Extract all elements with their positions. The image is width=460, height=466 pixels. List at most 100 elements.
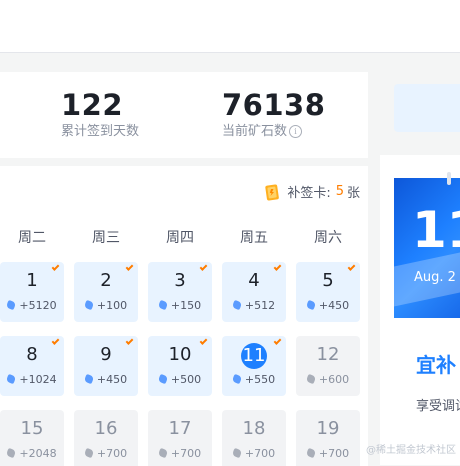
day-reward: +5120 (0, 299, 64, 312)
ore-icon (6, 373, 17, 385)
reward-amount: +512 (244, 299, 276, 312)
date-banner: 11 Aug. 2 (394, 178, 460, 318)
day-reward: +500 (148, 373, 212, 386)
checkin-days-value: 122 (61, 88, 124, 122)
calendar-day[interactable]: 2 +100 (74, 262, 138, 322)
ore-icon (305, 447, 317, 459)
ore-icon (305, 299, 317, 311)
checkin-days-label: 累计签到天数 (61, 124, 140, 139)
weekday-header: 周六 (314, 230, 342, 246)
makeup-card-counter[interactable]: 补签卡: 5 张 (265, 182, 360, 201)
top-bar (0, 0, 460, 53)
day-number: 12 (316, 344, 340, 365)
weekday-header: 周二 (18, 230, 46, 246)
day-number: 15 (20, 418, 44, 439)
checkmark-icon (273, 337, 282, 345)
day-reward: +700 (222, 447, 286, 460)
info-icon[interactable]: i (289, 125, 303, 138)
day-number: 5 (322, 270, 334, 291)
ore-icon (305, 373, 317, 385)
ore-value: 76138 (222, 88, 326, 122)
calendar-day[interactable]: 17 +700 (148, 410, 212, 466)
makeup-card-icon (265, 183, 280, 200)
calendar-day[interactable]: 19 +700 (296, 410, 360, 466)
calendar-day[interactable]: 5 +450 (296, 262, 360, 322)
day-number: 9 (100, 344, 112, 365)
weekday-header: 周五 (240, 230, 268, 246)
day-reward: +700 (296, 447, 360, 460)
day-number: 17 (168, 418, 192, 439)
checkin-days-stat: 122 累计签到天数 (61, 88, 139, 141)
day-reward: +550 (222, 373, 286, 386)
reward-amount: +5120 (19, 299, 57, 312)
ore-icon (6, 447, 17, 459)
calendar-day[interactable]: 4 +512 (222, 262, 286, 322)
ore-stat: 76138 当前矿石数 i (222, 88, 325, 141)
banner-day: 11 (412, 201, 460, 259)
calendar-day[interactable]: 1 +5120 (0, 262, 64, 322)
day-reward: +700 (148, 447, 212, 460)
weekday-header: 周四 (166, 230, 194, 246)
watermark: @稀土掘金技术社区 (366, 445, 456, 456)
ore-icon (157, 447, 169, 459)
reward-amount: +700 (244, 447, 276, 460)
stats-panel: 122 累计签到天数 76138 当前矿石数 i (0, 72, 368, 158)
reward-amount: +700 (170, 447, 202, 460)
ore-icon (83, 373, 95, 385)
day-number: 8 (26, 344, 38, 365)
reward-amount: +600 (318, 373, 350, 386)
day-number: 18 (242, 418, 266, 439)
ore-icon (231, 373, 243, 385)
banner-pin (447, 172, 451, 185)
banner-date: Aug. 2 (414, 270, 456, 285)
calendar-day[interactable]: 10 +500 (148, 336, 212, 396)
calendar-day[interactable]: 9 +450 (74, 336, 138, 396)
ore-icon (231, 447, 243, 459)
fortune-subtitle: 享受调试 (416, 399, 460, 414)
makeup-card-unit: 张 (346, 186, 360, 201)
ore-icon (83, 299, 95, 311)
reward-amount: +700 (318, 447, 350, 460)
ore-icon (231, 299, 243, 311)
reward-amount: +100 (96, 299, 128, 312)
day-number: 4 (248, 270, 260, 291)
calendar-day[interactable]: 16 +700 (74, 410, 138, 466)
calendar-day[interactable]: 8 +1024 (0, 336, 64, 396)
calendar-day[interactable]: 15 +2048 (0, 410, 64, 466)
day-number: 16 (94, 418, 118, 439)
calendar-day[interactable]: 3 +150 (148, 262, 212, 322)
reward-amount: +450 (318, 299, 350, 312)
reward-amount: +500 (170, 373, 202, 386)
calendar-day[interactable]: 18 +700 (222, 410, 286, 466)
ore-icon (157, 373, 169, 385)
day-reward: +512 (222, 299, 286, 312)
day-number: 1 (26, 270, 38, 291)
day-reward: +600 (296, 373, 360, 386)
ore-label: 当前矿石数 (222, 124, 288, 139)
day-reward: +100 (74, 299, 138, 312)
day-number: 3 (174, 270, 186, 291)
makeup-card-count: 5 (335, 184, 344, 199)
checkin-calendar: 补签卡: 5 张 周二 周三 周四 周五 周六 1 +5120 2 +100 3 +150 4 +512 5… (0, 166, 368, 466)
day-reward: +450 (74, 373, 138, 386)
reward-amount: +550 (244, 373, 276, 386)
ore-icon (157, 299, 169, 311)
reward-amount: +700 (96, 447, 128, 460)
reward-amount: +1024 (19, 373, 57, 386)
ore-icon (83, 447, 95, 459)
day-number: 19 (316, 418, 340, 439)
today-date-badge: 11 (241, 343, 267, 369)
day-number: 10 (168, 344, 192, 365)
day-number: 2 (100, 270, 112, 291)
ore-icon (6, 299, 17, 311)
calendar-day-today[interactable]: 11 +550 (222, 336, 286, 396)
right-top-card[interactable] (394, 84, 460, 132)
reward-amount: +150 (170, 299, 202, 312)
reward-amount: +450 (96, 373, 128, 386)
fortune-title: 宜补 (416, 353, 456, 377)
day-reward: +2048 (0, 447, 64, 460)
calendar-day[interactable]: 12 +600 (296, 336, 360, 396)
day-reward: +1024 (0, 373, 64, 386)
day-reward: +150 (148, 299, 212, 312)
makeup-card-label: 补签卡: (287, 186, 331, 201)
